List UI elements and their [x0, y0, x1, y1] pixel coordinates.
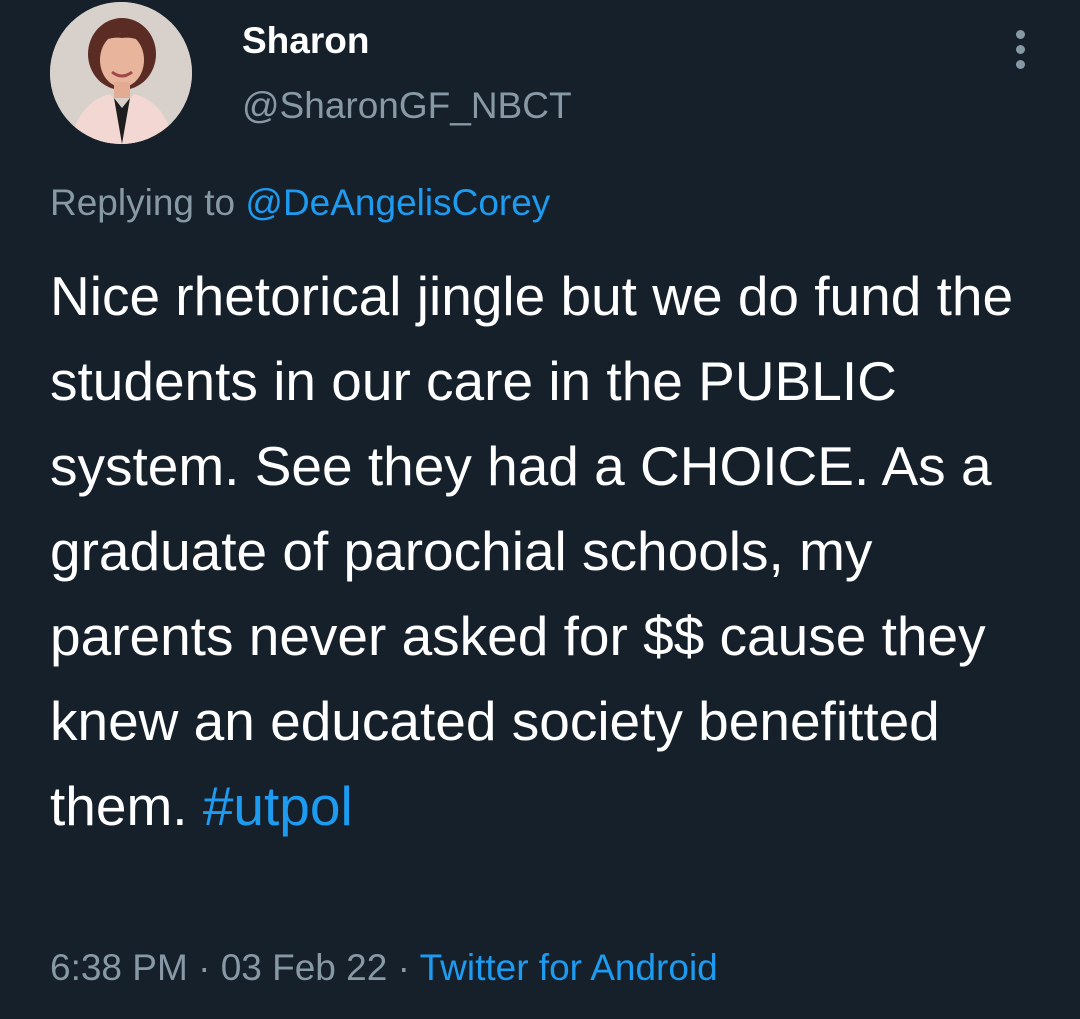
tweet: Sharon @SharonGF_NBCT Replying to @DeAng…: [0, 0, 1080, 1019]
tweet-date: 03 Feb 22: [220, 947, 388, 988]
replying-to: Replying to @DeAngelisCorey: [50, 180, 550, 226]
reply-mention-link[interactable]: @DeAngelisCorey: [245, 182, 550, 223]
tweet-body-text: Nice rhetorical jingle but we do fund th…: [50, 265, 1014, 837]
avatar[interactable]: [50, 2, 192, 144]
tweet-time: 6:38 PM: [50, 947, 188, 988]
meta-separator: ·: [397, 947, 410, 988]
profile-photo-icon: [50, 2, 192, 144]
vertical-ellipsis-icon[interactable]: [1010, 30, 1030, 70]
author-handle[interactable]: @SharonGF_NBCT: [242, 84, 572, 128]
meta-separator: ·: [198, 947, 211, 988]
author-name[interactable]: Sharon: [242, 20, 369, 62]
hashtag-link[interactable]: #utpol: [203, 775, 353, 837]
tweet-metadata: 6:38 PM · 03 Feb 22 · Twitter for Androi…: [50, 944, 718, 992]
tweet-text: Nice rhetorical jingle but we do fund th…: [50, 254, 1050, 849]
tweet-source-link[interactable]: Twitter for Android: [420, 947, 718, 988]
replying-to-label: Replying to: [50, 182, 236, 223]
